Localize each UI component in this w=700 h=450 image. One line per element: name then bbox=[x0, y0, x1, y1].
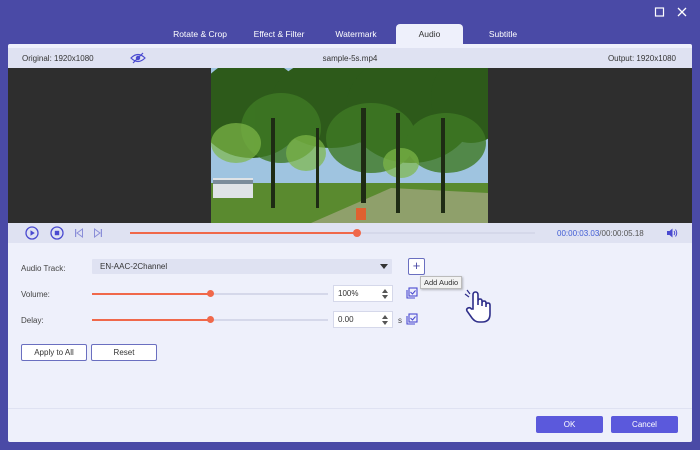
info-bar: Original: 1920x1080 sample-5s.mp4 Output… bbox=[8, 48, 692, 68]
tab-subtitle[interactable]: Subtitle bbox=[463, 24, 543, 44]
next-frame-button[interactable] bbox=[93, 228, 103, 240]
timeline-slider[interactable] bbox=[130, 229, 535, 237]
volume-fill bbox=[92, 293, 210, 295]
time-display: 00:00:03.03/00:00:05.18 bbox=[557, 229, 644, 238]
volume-handle[interactable] bbox=[207, 290, 214, 297]
play-button[interactable] bbox=[25, 226, 39, 242]
maximize-icon bbox=[654, 7, 665, 17]
apply-volume-button[interactable] bbox=[406, 287, 418, 301]
stop-icon bbox=[50, 226, 64, 240]
delay-label: Delay: bbox=[21, 316, 44, 325]
timeline-progress bbox=[130, 232, 357, 234]
cancel-button[interactable]: Cancel bbox=[611, 416, 678, 433]
video-frame-image bbox=[211, 68, 488, 223]
footer-divider bbox=[8, 408, 692, 409]
add-audio-button[interactable]: + bbox=[408, 258, 425, 275]
timeline-handle[interactable] bbox=[352, 229, 361, 237]
current-time: 00:00:03.03 bbox=[557, 229, 600, 238]
add-audio-tooltip: Add Audio bbox=[420, 276, 463, 289]
increment-icon[interactable] bbox=[382, 289, 388, 293]
close-button[interactable] bbox=[676, 6, 690, 20]
audio-track-select[interactable]: EN-AAC-2Channel bbox=[92, 259, 392, 274]
apply-delay-button[interactable] bbox=[406, 313, 418, 327]
total-time: /00:00:05.18 bbox=[599, 229, 644, 238]
delay-fill bbox=[92, 319, 210, 321]
tab-rotate-crop[interactable]: Rotate & Crop bbox=[158, 24, 242, 44]
copy-check-icon bbox=[406, 287, 418, 299]
chevron-down-icon bbox=[380, 264, 388, 269]
preview-area bbox=[8, 68, 692, 223]
delay-value: 0.00 bbox=[338, 315, 354, 324]
stop-button[interactable] bbox=[50, 226, 64, 242]
increment-icon[interactable] bbox=[382, 315, 388, 319]
decrement-icon[interactable] bbox=[382, 321, 388, 325]
volume-stepper[interactable]: 100% bbox=[333, 285, 393, 302]
video-preview bbox=[211, 68, 488, 223]
volume-label: Volume: bbox=[21, 290, 50, 299]
audio-panel: Original: 1920x1080 sample-5s.mp4 Output… bbox=[8, 44, 692, 442]
tab-audio[interactable]: Audio bbox=[396, 24, 463, 44]
speaker-icon bbox=[667, 228, 678, 238]
play-icon bbox=[25, 226, 39, 240]
playback-controls: 00:00:03.03/00:00:05.18 bbox=[8, 223, 692, 243]
copy-check-icon bbox=[406, 313, 418, 325]
output-resolution: Output: 1920x1080 bbox=[607, 54, 676, 63]
volume-value: 100% bbox=[338, 289, 359, 298]
ok-button[interactable]: OK bbox=[536, 416, 603, 433]
plus-icon: + bbox=[412, 258, 421, 273]
reset-button[interactable]: Reset bbox=[91, 344, 157, 361]
tab-effect-filter[interactable]: Effect & Filter bbox=[242, 24, 316, 44]
tab-watermark[interactable]: Watermark bbox=[316, 24, 396, 44]
volume-slider[interactable] bbox=[92, 290, 328, 297]
file-name: sample-5s.mp4 bbox=[322, 54, 378, 63]
audio-track-value: EN-AAC-2Channel bbox=[100, 262, 168, 271]
skip-forward-icon bbox=[94, 228, 102, 238]
maximize-button[interactable] bbox=[654, 6, 668, 20]
audio-track-label: Audio Track: bbox=[21, 264, 66, 273]
decrement-icon[interactable] bbox=[382, 295, 388, 299]
previous-frame-button[interactable] bbox=[74, 228, 84, 240]
volume-button[interactable] bbox=[666, 227, 678, 241]
close-icon bbox=[677, 7, 687, 17]
delay-slider[interactable] bbox=[92, 316, 328, 323]
delay-handle[interactable] bbox=[207, 316, 214, 323]
delay-unit: s bbox=[398, 316, 402, 325]
skip-back-icon bbox=[75, 228, 83, 238]
hand-cursor-icon bbox=[463, 289, 501, 327]
apply-to-all-button[interactable]: Apply to All bbox=[21, 344, 87, 361]
delay-stepper[interactable]: 0.00 bbox=[333, 311, 393, 328]
